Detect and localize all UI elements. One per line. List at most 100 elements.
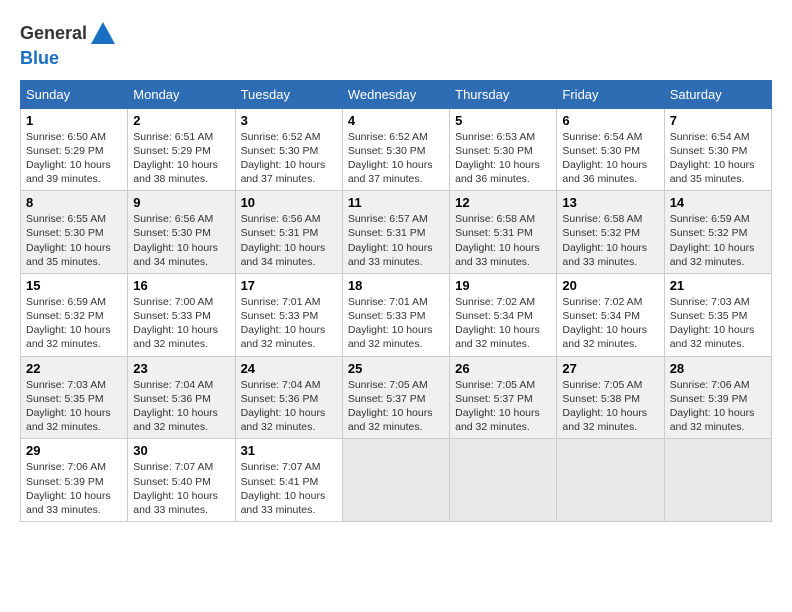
calendar-cell: 2 Sunrise: 6:51 AMSunset: 5:29 PMDayligh… bbox=[128, 108, 235, 191]
weekday-header-saturday: Saturday bbox=[664, 80, 771, 108]
day-number: 15 bbox=[26, 278, 122, 293]
calendar-cell: 1 Sunrise: 6:50 AMSunset: 5:29 PMDayligh… bbox=[21, 108, 128, 191]
day-number: 4 bbox=[348, 113, 444, 128]
day-info: Sunrise: 6:52 AMSunset: 5:30 PMDaylight:… bbox=[348, 130, 444, 187]
day-number: 25 bbox=[348, 361, 444, 376]
day-number: 8 bbox=[26, 195, 122, 210]
calendar-cell bbox=[557, 439, 664, 522]
calendar-cell: 18 Sunrise: 7:01 AMSunset: 5:33 PMDaylig… bbox=[342, 273, 449, 356]
day-info: Sunrise: 6:58 AMSunset: 5:31 PMDaylight:… bbox=[455, 212, 551, 269]
day-number: 19 bbox=[455, 278, 551, 293]
day-info: Sunrise: 6:56 AMSunset: 5:31 PMDaylight:… bbox=[241, 212, 337, 269]
calendar-cell: 31 Sunrise: 7:07 AMSunset: 5:41 PMDaylig… bbox=[235, 439, 342, 522]
day-info: Sunrise: 7:06 AMSunset: 5:39 PMDaylight:… bbox=[26, 460, 122, 517]
day-info: Sunrise: 6:50 AMSunset: 5:29 PMDaylight:… bbox=[26, 130, 122, 187]
calendar-week-4: 22 Sunrise: 7:03 AMSunset: 5:35 PMDaylig… bbox=[21, 356, 772, 439]
day-number: 28 bbox=[670, 361, 766, 376]
day-number: 29 bbox=[26, 443, 122, 458]
day-number: 24 bbox=[241, 361, 337, 376]
day-number: 22 bbox=[26, 361, 122, 376]
day-info: Sunrise: 7:01 AMSunset: 5:33 PMDaylight:… bbox=[348, 295, 444, 352]
day-info: Sunrise: 7:03 AMSunset: 5:35 PMDaylight:… bbox=[670, 295, 766, 352]
calendar-cell: 25 Sunrise: 7:05 AMSunset: 5:37 PMDaylig… bbox=[342, 356, 449, 439]
calendar-cell: 14 Sunrise: 6:59 AMSunset: 5:32 PMDaylig… bbox=[664, 191, 771, 274]
page-header: General Blue bbox=[20, 20, 772, 70]
day-info: Sunrise: 7:04 AMSunset: 5:36 PMDaylight:… bbox=[133, 378, 229, 435]
day-number: 30 bbox=[133, 443, 229, 458]
calendar-cell: 29 Sunrise: 7:06 AMSunset: 5:39 PMDaylig… bbox=[21, 439, 128, 522]
calendar-week-5: 29 Sunrise: 7:06 AMSunset: 5:39 PMDaylig… bbox=[21, 439, 772, 522]
day-info: Sunrise: 6:53 AMSunset: 5:30 PMDaylight:… bbox=[455, 130, 551, 187]
weekday-header-friday: Friday bbox=[557, 80, 664, 108]
calendar-week-3: 15 Sunrise: 6:59 AMSunset: 5:32 PMDaylig… bbox=[21, 273, 772, 356]
calendar-body: 1 Sunrise: 6:50 AMSunset: 5:29 PMDayligh… bbox=[21, 108, 772, 521]
day-info: Sunrise: 6:57 AMSunset: 5:31 PMDaylight:… bbox=[348, 212, 444, 269]
day-number: 3 bbox=[241, 113, 337, 128]
day-info: Sunrise: 6:52 AMSunset: 5:30 PMDaylight:… bbox=[241, 130, 337, 187]
weekday-header-wednesday: Wednesday bbox=[342, 80, 449, 108]
day-info: Sunrise: 6:56 AMSunset: 5:30 PMDaylight:… bbox=[133, 212, 229, 269]
day-number: 2 bbox=[133, 113, 229, 128]
calendar-cell: 28 Sunrise: 7:06 AMSunset: 5:39 PMDaylig… bbox=[664, 356, 771, 439]
day-info: Sunrise: 6:59 AMSunset: 5:32 PMDaylight:… bbox=[670, 212, 766, 269]
day-number: 27 bbox=[562, 361, 658, 376]
day-info: Sunrise: 6:54 AMSunset: 5:30 PMDaylight:… bbox=[670, 130, 766, 187]
day-info: Sunrise: 7:03 AMSunset: 5:35 PMDaylight:… bbox=[26, 378, 122, 435]
calendar-header-row: SundayMondayTuesdayWednesdayThursdayFrid… bbox=[21, 80, 772, 108]
day-info: Sunrise: 7:05 AMSunset: 5:38 PMDaylight:… bbox=[562, 378, 658, 435]
day-info: Sunrise: 7:07 AMSunset: 5:40 PMDaylight:… bbox=[133, 460, 229, 517]
calendar-cell: 17 Sunrise: 7:01 AMSunset: 5:33 PMDaylig… bbox=[235, 273, 342, 356]
day-number: 17 bbox=[241, 278, 337, 293]
day-info: Sunrise: 7:05 AMSunset: 5:37 PMDaylight:… bbox=[455, 378, 551, 435]
logo: General Blue bbox=[20, 20, 117, 70]
day-number: 11 bbox=[348, 195, 444, 210]
day-info: Sunrise: 6:55 AMSunset: 5:30 PMDaylight:… bbox=[26, 212, 122, 269]
day-number: 16 bbox=[133, 278, 229, 293]
day-number: 21 bbox=[670, 278, 766, 293]
day-number: 18 bbox=[348, 278, 444, 293]
day-number: 23 bbox=[133, 361, 229, 376]
calendar-cell: 30 Sunrise: 7:07 AMSunset: 5:40 PMDaylig… bbox=[128, 439, 235, 522]
calendar-cell: 22 Sunrise: 7:03 AMSunset: 5:35 PMDaylig… bbox=[21, 356, 128, 439]
calendar-cell: 20 Sunrise: 7:02 AMSunset: 5:34 PMDaylig… bbox=[557, 273, 664, 356]
calendar-cell: 6 Sunrise: 6:54 AMSunset: 5:30 PMDayligh… bbox=[557, 108, 664, 191]
day-info: Sunrise: 6:59 AMSunset: 5:32 PMDaylight:… bbox=[26, 295, 122, 352]
day-info: Sunrise: 7:04 AMSunset: 5:36 PMDaylight:… bbox=[241, 378, 337, 435]
calendar-cell: 4 Sunrise: 6:52 AMSunset: 5:30 PMDayligh… bbox=[342, 108, 449, 191]
calendar-cell bbox=[664, 439, 771, 522]
calendar-cell: 9 Sunrise: 6:56 AMSunset: 5:30 PMDayligh… bbox=[128, 191, 235, 274]
day-number: 14 bbox=[670, 195, 766, 210]
calendar-cell: 27 Sunrise: 7:05 AMSunset: 5:38 PMDaylig… bbox=[557, 356, 664, 439]
day-number: 20 bbox=[562, 278, 658, 293]
calendar-cell: 3 Sunrise: 6:52 AMSunset: 5:30 PMDayligh… bbox=[235, 108, 342, 191]
day-info: Sunrise: 6:51 AMSunset: 5:29 PMDaylight:… bbox=[133, 130, 229, 187]
day-info: Sunrise: 7:00 AMSunset: 5:33 PMDaylight:… bbox=[133, 295, 229, 352]
calendar-cell: 26 Sunrise: 7:05 AMSunset: 5:37 PMDaylig… bbox=[450, 356, 557, 439]
calendar-cell: 11 Sunrise: 6:57 AMSunset: 5:31 PMDaylig… bbox=[342, 191, 449, 274]
day-info: Sunrise: 7:07 AMSunset: 5:41 PMDaylight:… bbox=[241, 460, 337, 517]
day-info: Sunrise: 7:01 AMSunset: 5:33 PMDaylight:… bbox=[241, 295, 337, 352]
calendar-cell: 15 Sunrise: 6:59 AMSunset: 5:32 PMDaylig… bbox=[21, 273, 128, 356]
weekday-header-thursday: Thursday bbox=[450, 80, 557, 108]
calendar-cell: 16 Sunrise: 7:00 AMSunset: 5:33 PMDaylig… bbox=[128, 273, 235, 356]
logo-general: General bbox=[20, 23, 87, 43]
day-number: 7 bbox=[670, 113, 766, 128]
calendar-table: SundayMondayTuesdayWednesdayThursdayFrid… bbox=[20, 80, 772, 522]
calendar-cell: 12 Sunrise: 6:58 AMSunset: 5:31 PMDaylig… bbox=[450, 191, 557, 274]
day-number: 26 bbox=[455, 361, 551, 376]
day-info: Sunrise: 7:06 AMSunset: 5:39 PMDaylight:… bbox=[670, 378, 766, 435]
day-info: Sunrise: 7:02 AMSunset: 5:34 PMDaylight:… bbox=[455, 295, 551, 352]
day-info: Sunrise: 7:05 AMSunset: 5:37 PMDaylight:… bbox=[348, 378, 444, 435]
calendar-cell: 21 Sunrise: 7:03 AMSunset: 5:35 PMDaylig… bbox=[664, 273, 771, 356]
calendar-week-2: 8 Sunrise: 6:55 AMSunset: 5:30 PMDayligh… bbox=[21, 191, 772, 274]
calendar-cell: 5 Sunrise: 6:53 AMSunset: 5:30 PMDayligh… bbox=[450, 108, 557, 191]
logo-icon bbox=[89, 20, 117, 48]
calendar-cell bbox=[342, 439, 449, 522]
calendar-cell bbox=[450, 439, 557, 522]
calendar-cell: 10 Sunrise: 6:56 AMSunset: 5:31 PMDaylig… bbox=[235, 191, 342, 274]
calendar-cell: 19 Sunrise: 7:02 AMSunset: 5:34 PMDaylig… bbox=[450, 273, 557, 356]
calendar-cell: 8 Sunrise: 6:55 AMSunset: 5:30 PMDayligh… bbox=[21, 191, 128, 274]
day-number: 12 bbox=[455, 195, 551, 210]
day-number: 13 bbox=[562, 195, 658, 210]
logo-blue: Blue bbox=[20, 48, 59, 68]
